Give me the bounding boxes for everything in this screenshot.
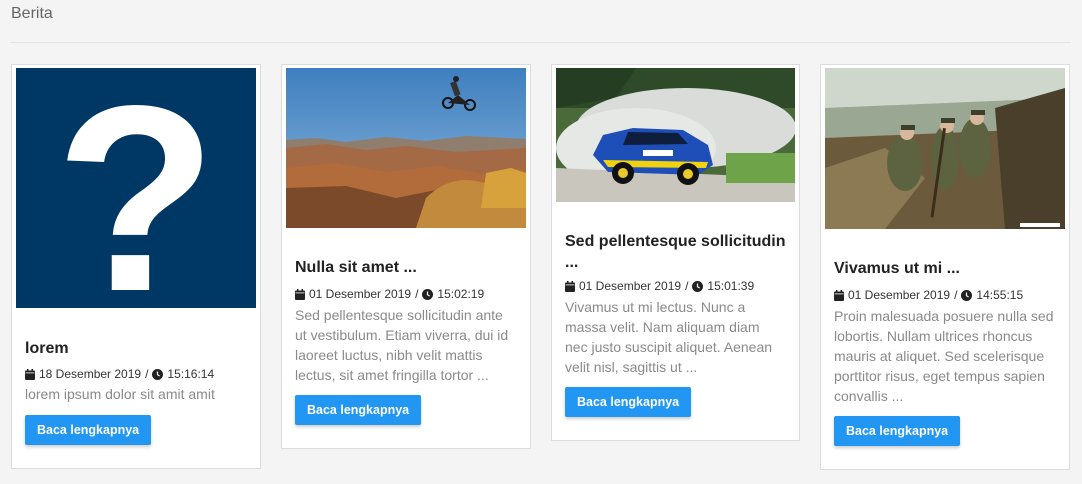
card-date: 01 Desember 2019 [579,279,682,293]
card-time: 15:16:14 [167,367,215,381]
card-meta: 01 Desember 2019 / 14:55:15 [834,288,1023,302]
rally-car-image[interactable] [556,68,795,202]
clock-icon [961,289,973,301]
card-excerpt: Vivamus ut mi lectus. Nunc a massa velit… [565,299,773,375]
card-excerpt: lorem ipsum dolor sit amit amit [25,386,215,402]
calendar-icon [834,289,844,301]
meta-separator: / [145,367,149,381]
card-meta: 01 Desember 2019 / 15:01:39 [565,279,754,293]
calendar-icon [25,368,35,380]
divider [11,42,1071,43]
card-date: 01 Desember 2019 [309,287,412,301]
card-title[interactable]: Sed pellentesque sollicitudin ... [565,231,790,273]
clock-icon [422,288,434,300]
card-time: 15:01:39 [707,279,755,293]
page-title: Berita [11,5,53,22]
meta-separator: / [954,288,958,302]
news-card: Sed pellentesque sollicitudin ... 01 Des… [551,64,800,441]
card-meta: 01 Desember 2019 / 15:02:19 [295,287,484,301]
card-time: 15:02:19 [437,287,485,301]
news-card: ? lorem 18 Desember 2019 / 15:16:14 lore… [11,64,261,469]
meta-separator: / [415,287,419,301]
motocross-jump-canyon-image[interactable] [286,68,526,228]
news-card: Vivamus ut mi ... 01 Desember 2019 / 14:… [820,64,1070,470]
calendar-icon [295,288,305,300]
clock-icon [692,280,704,292]
calendar-icon [565,280,575,292]
card-excerpt: Proin malesuada posuere nulla sed lobort… [834,308,1054,404]
read-more-button[interactable]: Baca lengkapnya [25,415,152,445]
read-more-button[interactable]: Baca lengkapnya [565,387,692,417]
clock-icon [152,368,164,380]
card-time: 14:55:15 [976,288,1024,302]
card-date: 01 Desember 2019 [848,288,951,302]
card-meta: 18 Desember 2019 / 15:16:14 [25,367,214,381]
card-title[interactable]: lorem [25,338,250,359]
card-title[interactable]: Vivamus ut mi ... [834,258,1059,279]
war-diorama-image[interactable] [825,68,1065,229]
question-mark-placeholder-image[interactable]: ? [16,68,256,308]
card-date: 18 Desember 2019 [39,367,142,381]
read-more-button[interactable]: Baca lengkapnya [295,395,422,425]
news-card: Nulla sit amet ... 01 Desember 2019 / 15… [281,64,531,449]
card-excerpt: Sed pellentesque sollicitudin ante ut ve… [295,307,509,383]
svg-text:?: ? [55,68,217,308]
read-more-button[interactable]: Baca lengkapnya [834,416,961,446]
meta-separator: / [685,279,689,293]
card-title[interactable]: Nulla sit amet ... [295,257,520,278]
